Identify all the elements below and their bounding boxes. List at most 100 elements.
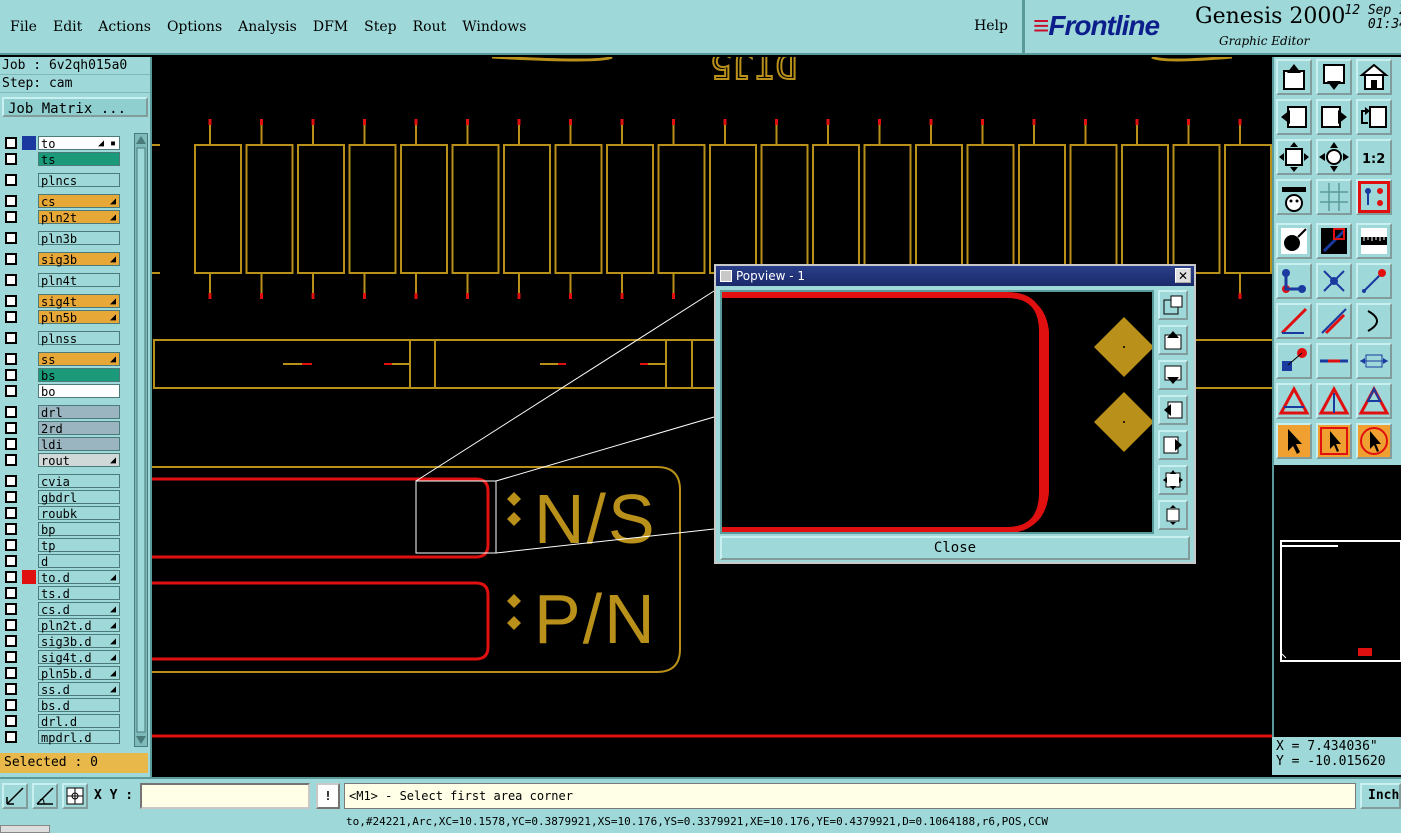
layer-color-swatch[interactable]: [22, 618, 36, 632]
layer-row-pln2t[interactable]: pln2t ◢: [2, 209, 122, 225]
layer-name[interactable]: to ◢ ▪: [38, 135, 120, 151]
layer-row-plnss[interactable]: plnss: [2, 330, 122, 346]
layer-checkbox[interactable]: [5, 538, 17, 551]
triangle-align-icon[interactable]: [1356, 383, 1392, 419]
layer-color-swatch[interactable]: [22, 210, 36, 224]
layer-row-bo[interactable]: bo: [2, 383, 122, 399]
layer-color-swatch[interactable]: [22, 331, 36, 345]
zoom-home-icon[interactable]: [1158, 500, 1188, 530]
layer-color-swatch[interactable]: [22, 569, 36, 584]
layer-name[interactable]: ss.d ◢: [38, 681, 120, 697]
layer-checkbox[interactable]: [5, 522, 17, 535]
layer-row-roubk[interactable]: roubk: [2, 505, 122, 521]
layer-color-swatch[interactable]: [22, 474, 36, 488]
layer-color-swatch[interactable]: [22, 294, 36, 308]
layer-name[interactable]: ldi: [38, 436, 120, 452]
layer-name[interactable]: cs.d ◢: [38, 601, 120, 617]
layer-row-ldi[interactable]: ldi: [2, 436, 122, 452]
layer-color-swatch[interactable]: [22, 602, 36, 616]
layer-color-swatch[interactable]: [22, 453, 36, 467]
layer-name[interactable]: ss ◢: [38, 351, 120, 367]
layer-checkbox[interactable]: [5, 210, 17, 223]
zoom-in-icon[interactable]: [1158, 465, 1188, 495]
layer-list-scrollbar[interactable]: [134, 133, 148, 747]
layer-name[interactable]: bs: [38, 367, 120, 383]
layer-name[interactable]: pln3b: [38, 230, 120, 246]
select-pointer-icon[interactable]: [1276, 423, 1312, 459]
triangle-move-icon[interactable]: [1316, 383, 1352, 419]
layer-color-swatch[interactable]: [22, 231, 36, 245]
zoom-center-icon[interactable]: [1316, 139, 1352, 175]
layer-color-swatch[interactable]: [22, 522, 36, 536]
zoom-fit-icon[interactable]: [1276, 139, 1312, 175]
zoom-window-icon[interactable]: [1158, 290, 1188, 320]
layer-checkbox[interactable]: [5, 586, 17, 599]
layer-name[interactable]: sig3b ◢: [38, 251, 120, 267]
popview-close-button[interactable]: Close: [720, 536, 1190, 560]
layer-row-mpdrl.d[interactable]: mpdrl.d: [2, 729, 122, 745]
layer-checkbox[interactable]: [5, 173, 17, 186]
layer-color-swatch[interactable]: [22, 634, 36, 648]
layer-color-swatch[interactable]: [22, 368, 36, 382]
pad-add-icon[interactable]: [1276, 223, 1312, 259]
layer-name[interactable]: cvia: [38, 473, 120, 489]
layer-name[interactable]: bs.d: [38, 697, 120, 713]
layer-checkbox[interactable]: [5, 634, 17, 647]
menu-dfm[interactable]: DFM: [305, 19, 356, 35]
layer-color-swatch[interactable]: [22, 682, 36, 696]
undo-view-icon[interactable]: [1356, 99, 1392, 135]
pan-up-icon[interactable]: [1158, 325, 1188, 355]
pan-left-icon[interactable]: [1276, 99, 1312, 135]
menu-step[interactable]: Step: [356, 19, 404, 35]
layer-row-sig4t[interactable]: sig4t ◢: [2, 293, 122, 309]
snap-angle-icon[interactable]: [32, 783, 58, 809]
layer-checkbox[interactable]: [5, 194, 17, 207]
connect-pads-icon[interactable]: [1276, 343, 1312, 379]
layer-name[interactable]: plncs: [38, 172, 120, 188]
layer-name[interactable]: d: [38, 553, 120, 569]
layer-checkbox[interactable]: [5, 650, 17, 663]
grid-icon[interactable]: [1316, 179, 1352, 215]
layer-checkbox[interactable]: [5, 554, 17, 567]
snap-corner-icon[interactable]: [2, 783, 28, 809]
layer-color-swatch[interactable]: [22, 490, 36, 504]
layer-color-swatch[interactable]: [22, 506, 36, 520]
layer-color-swatch[interactable]: [22, 273, 36, 287]
layer-checkbox[interactable]: [5, 252, 17, 265]
warning-button[interactable]: !: [316, 783, 340, 809]
layer-color-swatch[interactable]: [22, 152, 36, 166]
layer-row-plncs[interactable]: plncs: [2, 172, 122, 188]
layer-row-bs[interactable]: bs: [2, 367, 122, 383]
layer-name[interactable]: pln4t: [38, 272, 120, 288]
layer-row-drl.d[interactable]: drl.d: [2, 713, 122, 729]
minimap[interactable]: [1280, 540, 1401, 662]
layer-checkbox[interactable]: [5, 368, 17, 381]
palette-settings-icon[interactable]: [1276, 179, 1312, 215]
layer-color-swatch[interactable]: [22, 310, 36, 324]
layer-row-rout[interactable]: rout ◢: [2, 452, 122, 468]
select-circle-icon[interactable]: [1356, 423, 1392, 459]
layer-row-cs.d[interactable]: cs.d ◢: [2, 601, 122, 617]
layer-name[interactable]: cs ◢: [38, 193, 120, 209]
layer-row-sig3b.d[interactable]: sig3b.d ◢: [2, 633, 122, 649]
layer-row-pln5b[interactable]: pln5b ◢: [2, 309, 122, 325]
layer-row-ts[interactable]: ts: [2, 151, 122, 167]
layer-row-drl[interactable]: drl: [2, 404, 122, 420]
layer-color-swatch[interactable]: [22, 421, 36, 435]
layer-color-swatch[interactable]: [22, 173, 36, 187]
layer-name[interactable]: pln5b ◢: [38, 309, 120, 325]
layer-checkbox[interactable]: [5, 474, 17, 487]
units-button[interactable]: Inch: [1360, 783, 1401, 809]
ruler-icon[interactable]: [1356, 223, 1392, 259]
menu-analysis[interactable]: Analysis: [230, 19, 305, 35]
layer-row-to.d[interactable]: to.d ◢: [2, 569, 122, 585]
pan-down-icon[interactable]: [1316, 59, 1352, 95]
layer-row-pln4t[interactable]: pln4t: [2, 272, 122, 288]
layer-name[interactable]: sig3b.d ◢: [38, 633, 120, 649]
layer-row-cs[interactable]: cs ◢: [2, 193, 122, 209]
layer-name[interactable]: pln2t.d ◢: [38, 617, 120, 633]
move-node-icon[interactable]: [1356, 263, 1392, 299]
popview-canvas[interactable]: [720, 290, 1154, 534]
layer-color-swatch[interactable]: [22, 666, 36, 680]
layer-row-gbdrl[interactable]: gbdrl: [2, 489, 122, 505]
